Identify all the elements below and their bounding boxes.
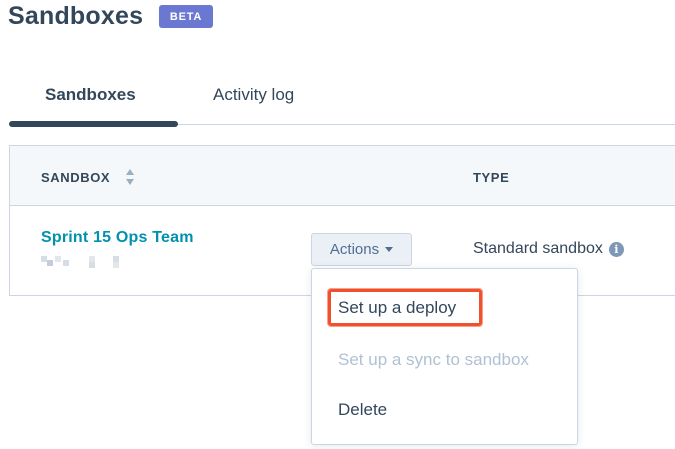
sandbox-type: Standard sandbox i bbox=[473, 240, 624, 258]
column-header-sandbox[interactable]: SANDBOX bbox=[41, 170, 110, 185]
menu-item-delete[interactable]: Delete bbox=[338, 400, 387, 420]
tab-activity-log[interactable]: Activity log bbox=[213, 85, 294, 105]
sandbox-type-label: Standard sandbox bbox=[473, 240, 603, 257]
tab-active-indicator bbox=[9, 121, 178, 127]
table-header: SANDBOX TYPE bbox=[10, 146, 675, 206]
menu-item-set-up-deploy[interactable]: Set up a deploy bbox=[338, 298, 456, 318]
caret-down-icon bbox=[385, 247, 394, 252]
actions-button[interactable]: Actions bbox=[311, 233, 412, 266]
page-title: Sandboxes bbox=[8, 2, 144, 30]
actions-dropdown-menu: Set up a deploy Set up a sync to sandbox… bbox=[311, 268, 578, 445]
tab-sandboxes[interactable]: Sandboxes bbox=[45, 85, 136, 105]
info-icon[interactable]: i bbox=[608, 241, 624, 257]
sort-icon[interactable] bbox=[125, 168, 135, 186]
beta-badge: BETA bbox=[159, 5, 213, 28]
menu-item-set-up-sync: Set up a sync to sandbox bbox=[338, 350, 529, 369]
sandbox-id-redacted bbox=[41, 254, 121, 268]
column-header-type: TYPE bbox=[473, 170, 510, 185]
sandbox-name-link[interactable]: Sprint 15 Ops Team bbox=[41, 229, 194, 247]
actions-button-label: Actions bbox=[329, 241, 380, 258]
